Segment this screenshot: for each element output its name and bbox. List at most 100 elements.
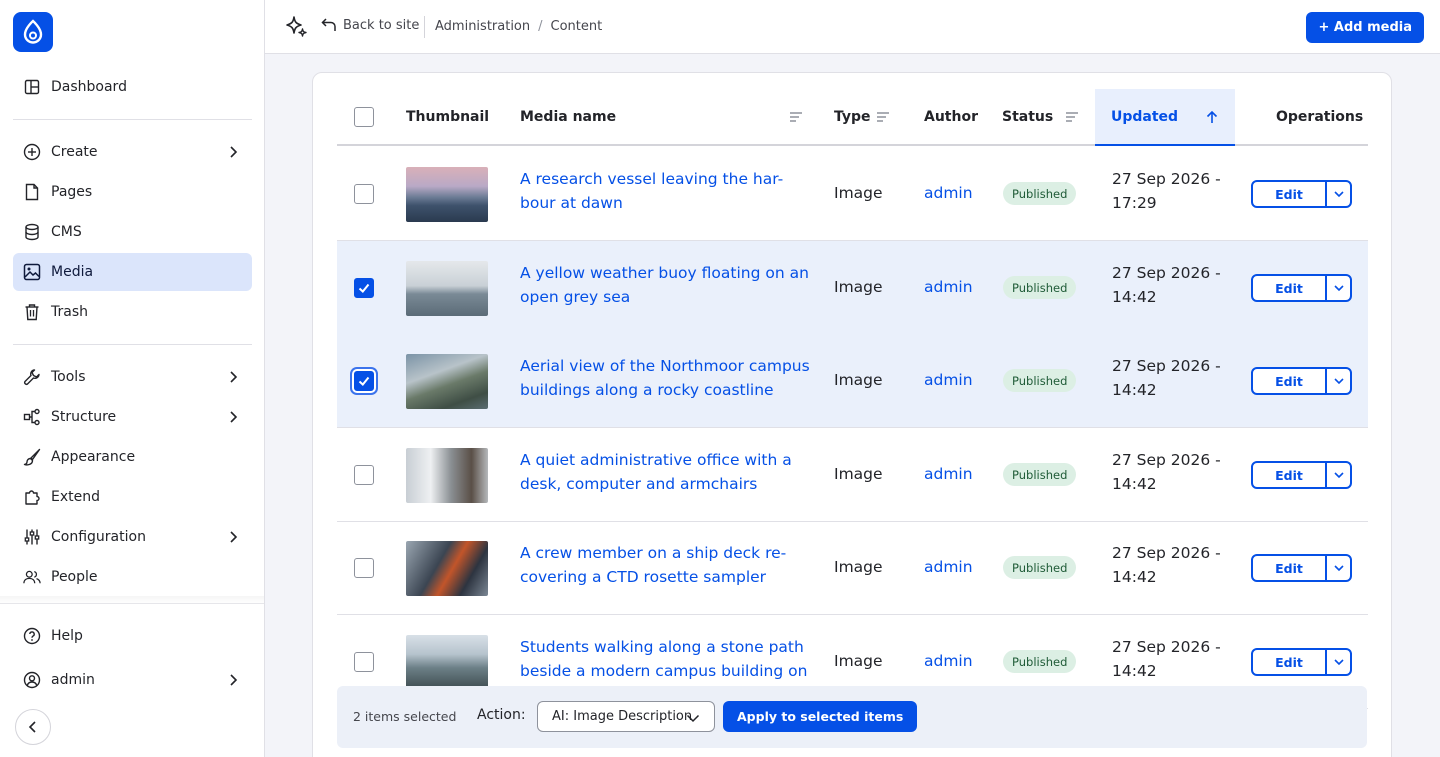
row-checkbox[interactable]	[354, 465, 374, 485]
trash-icon	[23, 303, 41, 321]
column-media-name[interactable]: Media name	[520, 89, 803, 144]
media-author-link[interactable]: admin	[924, 278, 973, 296]
media-name-link[interactable]: Students walking along a stone path besi…	[520, 635, 810, 683]
bulk-actions-bar: 2 items selected Action: AI: Image Descr…	[337, 686, 1367, 748]
sidebar-item-structure[interactable]: Structure	[13, 398, 252, 436]
row-checkbox[interactable]	[354, 652, 374, 672]
column-updated[interactable]: Updated	[1095, 89, 1235, 146]
operations-toggle-button[interactable]	[1327, 276, 1350, 300]
media-author-link[interactable]: admin	[924, 652, 973, 670]
sidebar-item-cms[interactable]: CMS	[13, 213, 252, 251]
row-checkbox[interactable]	[354, 278, 374, 298]
row-checkbox[interactable]	[354, 184, 374, 204]
operations-dropbutton: Edit	[1251, 367, 1352, 395]
edit-button[interactable]: Edit	[1253, 463, 1327, 487]
sidebar-item-media[interactable]: Media	[13, 253, 252, 291]
media-thumbnail[interactable]	[406, 261, 488, 316]
operations-toggle-button[interactable]	[1327, 182, 1350, 206]
breadcrumb-administration[interactable]: Administration	[435, 19, 530, 34]
back-to-site-link[interactable]: Back to site	[321, 17, 419, 33]
sidebar-item-create[interactable]: Create	[13, 133, 252, 171]
edit-button[interactable]: Edit	[1253, 369, 1327, 393]
sidebar-item-extend[interactable]: Extend	[13, 478, 252, 516]
sidebar-item-tools[interactable]: Tools	[13, 358, 252, 396]
sidebar-item-user[interactable]: admin	[13, 661, 252, 699]
breadcrumb: Administration / Content	[435, 19, 602, 34]
media-thumbnail[interactable]	[406, 541, 488, 596]
media-type: Image	[834, 278, 883, 296]
column-type[interactable]: Type	[834, 89, 890, 144]
collapse-sidebar-button[interactable]	[15, 709, 51, 745]
sidebar-item-dashboard[interactable]: Dashboard	[13, 68, 252, 106]
action-select[interactable]: AI: Image Description	[537, 701, 715, 732]
media-name-link[interactable]: A crew member on a ship deck re-covering…	[520, 541, 810, 589]
apply-to-selected-button[interactable]: Apply to selected items	[723, 701, 918, 732]
updated-date: 27 Sep 2026 - 14:42	[1112, 357, 1221, 399]
operations-dropbutton: Edit	[1251, 461, 1352, 489]
database-icon	[23, 223, 41, 241]
operations-toggle-button[interactable]	[1327, 463, 1350, 487]
operations-dropbutton: Edit	[1251, 274, 1352, 302]
media-thumbnail[interactable]	[406, 448, 488, 503]
media-name-link[interactable]: Aerial view of the Northmoor campus buil…	[520, 354, 810, 402]
table-row: A research vessel leaving the har-bour a…	[337, 147, 1368, 241]
sidebar-item-label: Configuration	[51, 529, 146, 545]
media-thumbnail[interactable]	[406, 354, 488, 409]
media-author-link[interactable]: admin	[924, 465, 973, 483]
breadcrumb-content[interactable]: Content	[551, 19, 603, 34]
people-icon	[23, 568, 41, 586]
sidebar-item-label: Structure	[51, 409, 117, 425]
operations-toggle-button[interactable]	[1327, 556, 1350, 580]
sort-icon	[1066, 112, 1078, 122]
structure-icon	[23, 408, 41, 426]
chevron-right-icon	[230, 411, 238, 423]
add-media-button[interactable]: + Add media	[1306, 12, 1424, 43]
media-thumbnail[interactable]	[406, 635, 488, 690]
table-row: A crew member on a ship deck re-covering…	[337, 521, 1368, 615]
media-name-link[interactable]: A quiet administrative office with a des…	[520, 448, 810, 496]
status-badge: Published	[1003, 556, 1077, 579]
chevron-down-icon	[1333, 378, 1344, 385]
sidebar-item-label: Tools	[51, 369, 86, 385]
select-all-checkbox[interactable]	[354, 106, 374, 127]
media-type: Image	[834, 465, 883, 483]
edit-button[interactable]: Edit	[1253, 556, 1327, 580]
column-operations: Operations	[1276, 108, 1364, 125]
updated-date: 27 Sep 2026 - 14:42	[1112, 544, 1221, 586]
sidebar-item-configuration[interactable]: Configuration	[13, 518, 252, 556]
updated-date: 27 Sep 2026 - 14:42	[1112, 638, 1221, 680]
edit-button[interactable]: Edit	[1253, 650, 1327, 674]
media-type: Image	[834, 184, 883, 202]
status-badge: Published	[1003, 650, 1077, 673]
sidebar-item-label: admin	[51, 672, 95, 688]
media-author-link[interactable]: admin	[924, 371, 973, 389]
sidebar-item-appearance[interactable]: Appearance	[13, 438, 252, 476]
column-updated-label: Updated	[1111, 108, 1179, 125]
status-badge: Published	[1003, 276, 1077, 299]
operations-toggle-button[interactable]	[1327, 650, 1350, 674]
column-status[interactable]: Status	[1002, 89, 1079, 144]
sidebar-item-trash[interactable]: Trash	[13, 293, 252, 331]
sidebar-item-pages[interactable]: Pages	[13, 173, 252, 211]
row-checkbox[interactable]	[354, 558, 374, 578]
sidebar-item-help[interactable]: Help	[13, 617, 252, 655]
sidebar-divider	[0, 603, 264, 604]
puzzle-icon	[23, 488, 41, 506]
media-name-link[interactable]: A research vessel leaving the har-bour a…	[520, 167, 810, 215]
media-author-link[interactable]: admin	[924, 558, 973, 576]
sidebar-divider	[13, 119, 252, 120]
updated-date: 27 Sep 2026 - 17:29	[1112, 170, 1221, 212]
checkmark-icon	[358, 376, 370, 386]
media-thumbnail[interactable]	[406, 167, 488, 222]
drupal-logo-icon[interactable]	[13, 12, 53, 52]
operations-toggle-button[interactable]	[1327, 369, 1350, 393]
media-author-link[interactable]: admin	[924, 184, 973, 202]
sparkle-icon[interactable]	[283, 14, 309, 40]
edit-button[interactable]: Edit	[1253, 182, 1327, 206]
sidebar-item-people[interactable]: People	[13, 558, 252, 596]
edit-button[interactable]: Edit	[1253, 276, 1327, 300]
media-name-link[interactable]: A yellow weather buoy floating on an ope…	[520, 261, 810, 309]
row-checkbox[interactable]	[354, 371, 374, 391]
dashboard-icon	[23, 78, 41, 96]
sort-icon	[877, 112, 889, 122]
